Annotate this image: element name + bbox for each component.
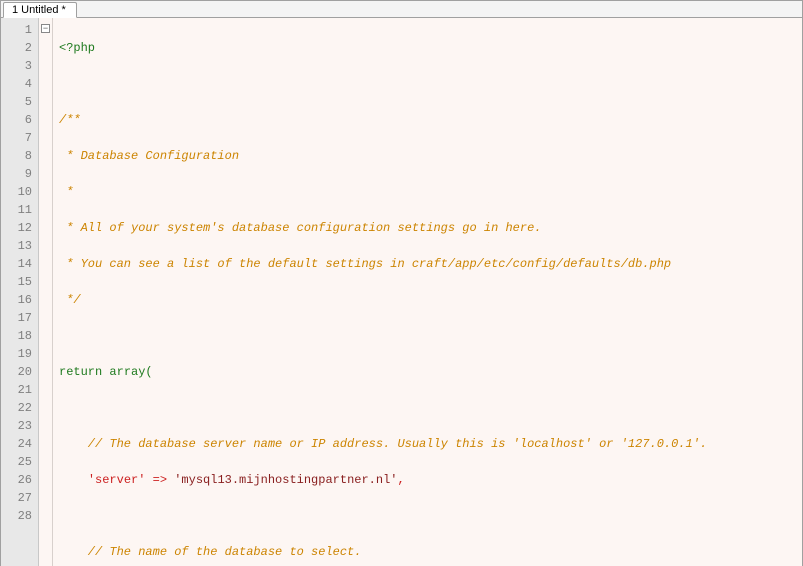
line-number: 10 (1, 183, 32, 201)
code-token: 'server' (88, 473, 146, 487)
line-number: 7 (1, 129, 32, 147)
line-number: 4 (1, 75, 32, 93)
line-number: 28 (1, 507, 32, 525)
code-token: // The database server name or IP addres… (59, 437, 707, 451)
line-number: 26 (1, 471, 32, 489)
line-number: 6 (1, 111, 32, 129)
line-number: 24 (1, 435, 32, 453)
line-number: 2 (1, 39, 32, 57)
code-token: array( (102, 365, 152, 379)
code-area[interactable]: <?php /** * Database Configuration * * A… (53, 18, 802, 566)
fold-gutter: − (39, 18, 53, 566)
line-number: 25 (1, 453, 32, 471)
code-token: /** (59, 113, 81, 127)
line-number-gutter: 1 2 3 4 5 6 7 8 9 10 11 12 13 14 15 16 1… (1, 18, 39, 566)
code-token: * All of your system's database configur… (59, 221, 541, 235)
code-line: 'server' => 'mysql13.mijnhostingpartner.… (59, 471, 802, 489)
code-token: 'mysql13.mijnhostingpartner.nl' (174, 473, 397, 487)
line-number: 14 (1, 255, 32, 273)
line-number: 23 (1, 417, 32, 435)
line-number: 8 (1, 147, 32, 165)
code-token: => (145, 473, 174, 487)
line-number: 27 (1, 489, 32, 507)
code-line: * Database Configuration (59, 147, 802, 165)
line-number: 13 (1, 237, 32, 255)
code-line: // The database server name or IP addres… (59, 435, 802, 453)
line-number: 11 (1, 201, 32, 219)
fold-toggle-icon[interactable]: − (41, 24, 50, 33)
code-token: return (59, 365, 102, 379)
line-number: 12 (1, 219, 32, 237)
code-token: // The name of the database to select. (59, 545, 361, 559)
line-number: 9 (1, 165, 32, 183)
line-number: 22 (1, 399, 32, 417)
line-number: 19 (1, 345, 32, 363)
code-token: * Database Configuration (59, 149, 239, 163)
tab-bar: 1 Untitled * (1, 1, 802, 18)
code-token: * You can see a list of the default sett… (59, 257, 671, 271)
code-token: <?php (59, 41, 95, 55)
code-line (59, 327, 802, 345)
code-token: */ (59, 293, 81, 307)
tab-untitled[interactable]: 1 Untitled * (3, 2, 77, 18)
code-line: /** (59, 111, 802, 129)
code-token: * (59, 185, 73, 199)
line-number: 20 (1, 363, 32, 381)
code-token (59, 473, 88, 487)
line-number: 16 (1, 291, 32, 309)
line-number: 15 (1, 273, 32, 291)
editor-area[interactable]: 1 2 3 4 5 6 7 8 9 10 11 12 13 14 15 16 1… (1, 18, 802, 566)
editor-window: 1 Untitled * 1 2 3 4 5 6 7 8 9 10 11 12 … (0, 0, 803, 566)
code-line (59, 399, 802, 417)
line-number: 21 (1, 381, 32, 399)
line-number: 17 (1, 309, 32, 327)
line-number: 5 (1, 93, 32, 111)
code-line: return array( (59, 363, 802, 381)
code-line: * You can see a list of the default sett… (59, 255, 802, 273)
code-line: * All of your system's database configur… (59, 219, 802, 237)
code-token: , (397, 473, 404, 487)
code-line: // The name of the database to select. (59, 543, 802, 561)
code-line: <?php (59, 39, 802, 57)
code-line (59, 507, 802, 525)
line-number: 1 (1, 21, 32, 39)
line-number: 18 (1, 327, 32, 345)
code-line: * (59, 183, 802, 201)
line-number: 3 (1, 57, 32, 75)
code-line (59, 75, 802, 93)
code-line: */ (59, 291, 802, 309)
